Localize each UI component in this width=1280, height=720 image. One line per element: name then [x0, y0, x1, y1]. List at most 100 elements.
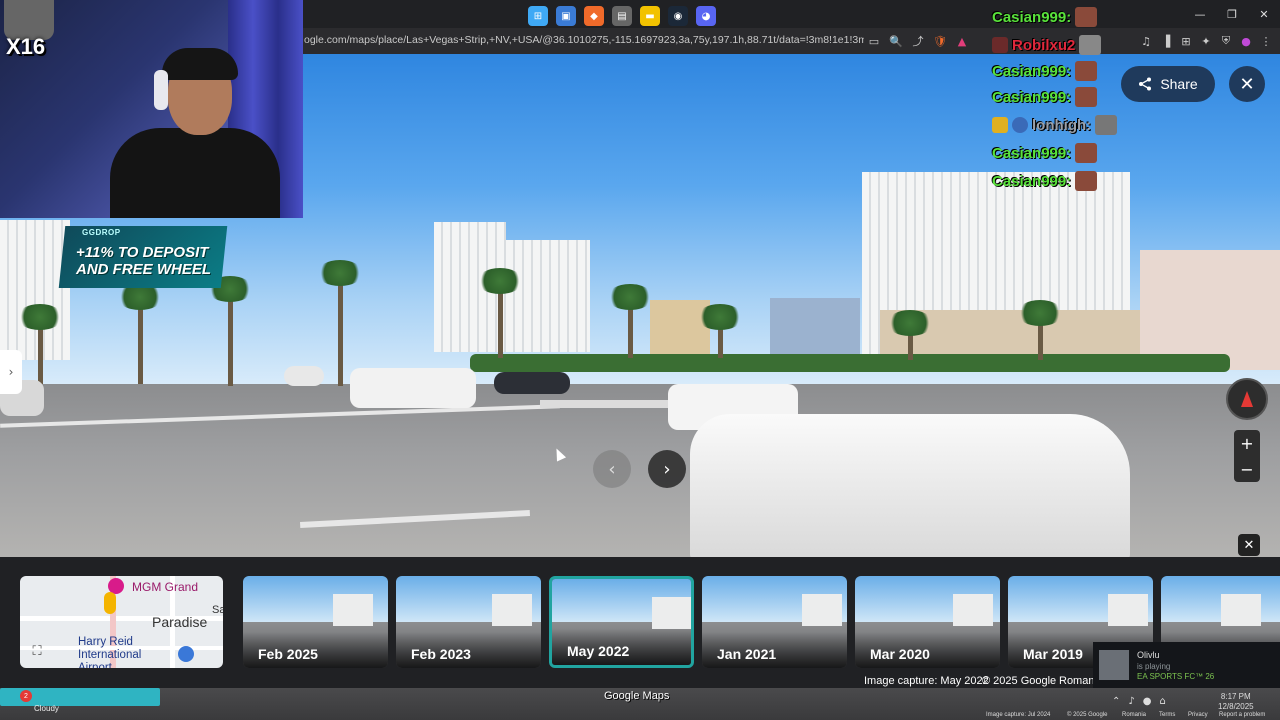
bottom-link[interactable]: Terms [1159, 712, 1175, 718]
thumb-building [492, 594, 532, 626]
multiplier-badge: X16 [6, 34, 46, 59]
share-icon [1139, 77, 1152, 91]
palm-tree [880, 310, 940, 360]
network-icon[interactable]: ⌂ [1160, 696, 1166, 707]
mic-icon[interactable]: ● [1143, 696, 1152, 707]
mini-map[interactable]: MGM Grand Paradise Harry Reid Internatio… [20, 576, 223, 668]
white-suv-foreground [690, 414, 1130, 557]
steam-notification[interactable]: Olivlu is playing EA SPORTS FC™ 26 [1093, 642, 1280, 688]
minimize-button[interactable]: — [1184, 0, 1216, 28]
friend-game: EA SPORTS FC™ 26 [1137, 672, 1215, 681]
zoom-control: + − [1234, 430, 1260, 482]
median-hedge [470, 354, 1230, 372]
thumb-building [1108, 594, 1148, 626]
pegman-icon [104, 592, 116, 614]
previous-photo-button[interactable]: ‹ [593, 450, 631, 488]
panel-expand-button[interactable]: › [0, 350, 22, 394]
dark-sedan [494, 372, 570, 394]
brave-icon[interactable]: ◆ [584, 6, 604, 26]
chat-username: lonhigh: [1032, 116, 1092, 134]
region-link[interactable]: Romani [1059, 675, 1097, 687]
bottom-link[interactable]: Report a problem [1219, 712, 1265, 718]
bottom-link[interactable]: Romania [1122, 712, 1146, 718]
timeline-thumbnail[interactable]: Feb 2023 [396, 576, 541, 668]
thumb-date: Feb 2025 [243, 632, 388, 668]
map-label-sa: Sa [212, 604, 223, 616]
crown-badge-icon [992, 117, 1008, 133]
emote-icon [1079, 35, 1102, 55]
tray-chevron-icon[interactable]: ⌃ [1112, 696, 1120, 707]
palm-tree [470, 268, 530, 358]
share-page-icon[interactable]: ⤴ [910, 32, 926, 50]
promo-text: +11% TO DEPOSIT AND FREE WHEEL [76, 244, 211, 278]
emote-icon [1075, 7, 1098, 27]
chat-username: Casian999: [992, 8, 1072, 26]
headphones [154, 70, 168, 110]
brave-rewards-icon[interactable]: ▲ [954, 32, 970, 50]
streamer-body [110, 128, 280, 218]
palm-tree [1010, 300, 1070, 360]
wallet-icon[interactable]: ⊞ [1178, 32, 1194, 50]
fullscreen-icon[interactable]: ⛶ [28, 642, 46, 660]
image-capture-date: Image capture: May 2022 [864, 675, 989, 687]
cast-icon[interactable]: ▭ [866, 32, 882, 50]
timeline-thumbnail[interactable]: Jan 2021 [702, 576, 847, 668]
url-field[interactable]: ogle.com/maps/place/Las+Vegas+Strip,+NV,… [304, 34, 864, 46]
menu-icon[interactable]: ⋮ [1258, 32, 1274, 50]
bottom-link[interactable]: Privacy [1188, 712, 1208, 718]
user-badge-icon [1012, 117, 1028, 133]
thumb-building [333, 594, 373, 626]
sidebar-icon[interactable]: ▐ [1158, 32, 1174, 50]
window-close-button[interactable]: ✕ [1248, 0, 1280, 28]
files-icon[interactable]: ▤ [612, 6, 632, 26]
bottom-copyright: © 2025 Google [1067, 712, 1108, 718]
explorer-icon[interactable]: ▬ [640, 6, 660, 26]
ai-icon[interactable]: ✦ [1198, 32, 1214, 50]
emote-icon [1075, 61, 1098, 81]
maximize-button[interactable]: ❐ [1216, 0, 1248, 28]
system-tray[interactable]: ⌃ ♪ ● ⌂ [1112, 696, 1166, 707]
palm-tree [690, 304, 750, 358]
start-icon[interactable]: ⊞ [528, 6, 548, 26]
emote-icon [1095, 115, 1118, 135]
timeline-thumbnail[interactable]: Feb 2025 [243, 576, 388, 668]
close-timeline-button[interactable]: ✕ [1238, 534, 1260, 556]
compass-needle-icon [1241, 391, 1253, 407]
chat-username: Robilxu2 [1012, 36, 1076, 54]
zoom-in-button[interactable]: + [1234, 430, 1260, 456]
zoom-icon[interactable]: 🔍 [888, 32, 904, 50]
white-suv-left [350, 368, 476, 408]
clock-time: 8:17 PM [1220, 692, 1251, 701]
next-photo-button[interactable]: › [648, 450, 686, 488]
timeline-thumbnail-selected[interactable]: May 2022 [549, 576, 694, 668]
chat-message: lonhigh: [992, 114, 1118, 136]
thumb-date: May 2022 [552, 629, 691, 665]
map-label-airport: Harry Reid International Airport [78, 636, 142, 668]
brave-shield-icon[interactable]: 🛡 [932, 32, 948, 50]
media-icon[interactable]: ♫ [1138, 32, 1154, 50]
volume-icon[interactable]: ♪ [1128, 696, 1134, 707]
emote-icon [1075, 143, 1098, 163]
chat-message: Casian999: [992, 170, 1098, 192]
task-view-icon[interactable]: ▣ [556, 6, 576, 26]
weather-label: Cloudy [34, 704, 59, 713]
profile-icon[interactable]: ● [1238, 32, 1254, 50]
chat-message: Casian999: [992, 86, 1098, 108]
compass-button[interactable] [1226, 378, 1268, 420]
steam-icon[interactable]: ◉ [668, 6, 688, 26]
clock[interactable]: 8:17 PM 12/8/2025 [1218, 692, 1254, 712]
zoom-out-button[interactable]: − [1234, 456, 1260, 482]
share-button[interactable]: Share [1121, 66, 1215, 102]
timeline-thumbnail[interactable]: Mar 2020 [855, 576, 1000, 668]
thumb-building [652, 597, 691, 629]
close-streetview-button[interactable]: ✕ [1229, 66, 1265, 102]
clock-date: 12/8/2025 [1218, 702, 1254, 711]
screen: — ❐ ✕ ogle.com/maps/place/Las+Vegas+Stri… [0, 0, 1280, 720]
building-mid-blue [770, 298, 860, 354]
promo-brand: GGDROP [82, 228, 121, 237]
map-label-mgm: MGM Grand [132, 580, 199, 594]
airport-icon [178, 646, 194, 662]
vpn-icon[interactable]: ⛨ [1218, 32, 1234, 50]
user-badge-icon [992, 37, 1008, 53]
discord-icon[interactable]: ◕ [696, 6, 716, 26]
